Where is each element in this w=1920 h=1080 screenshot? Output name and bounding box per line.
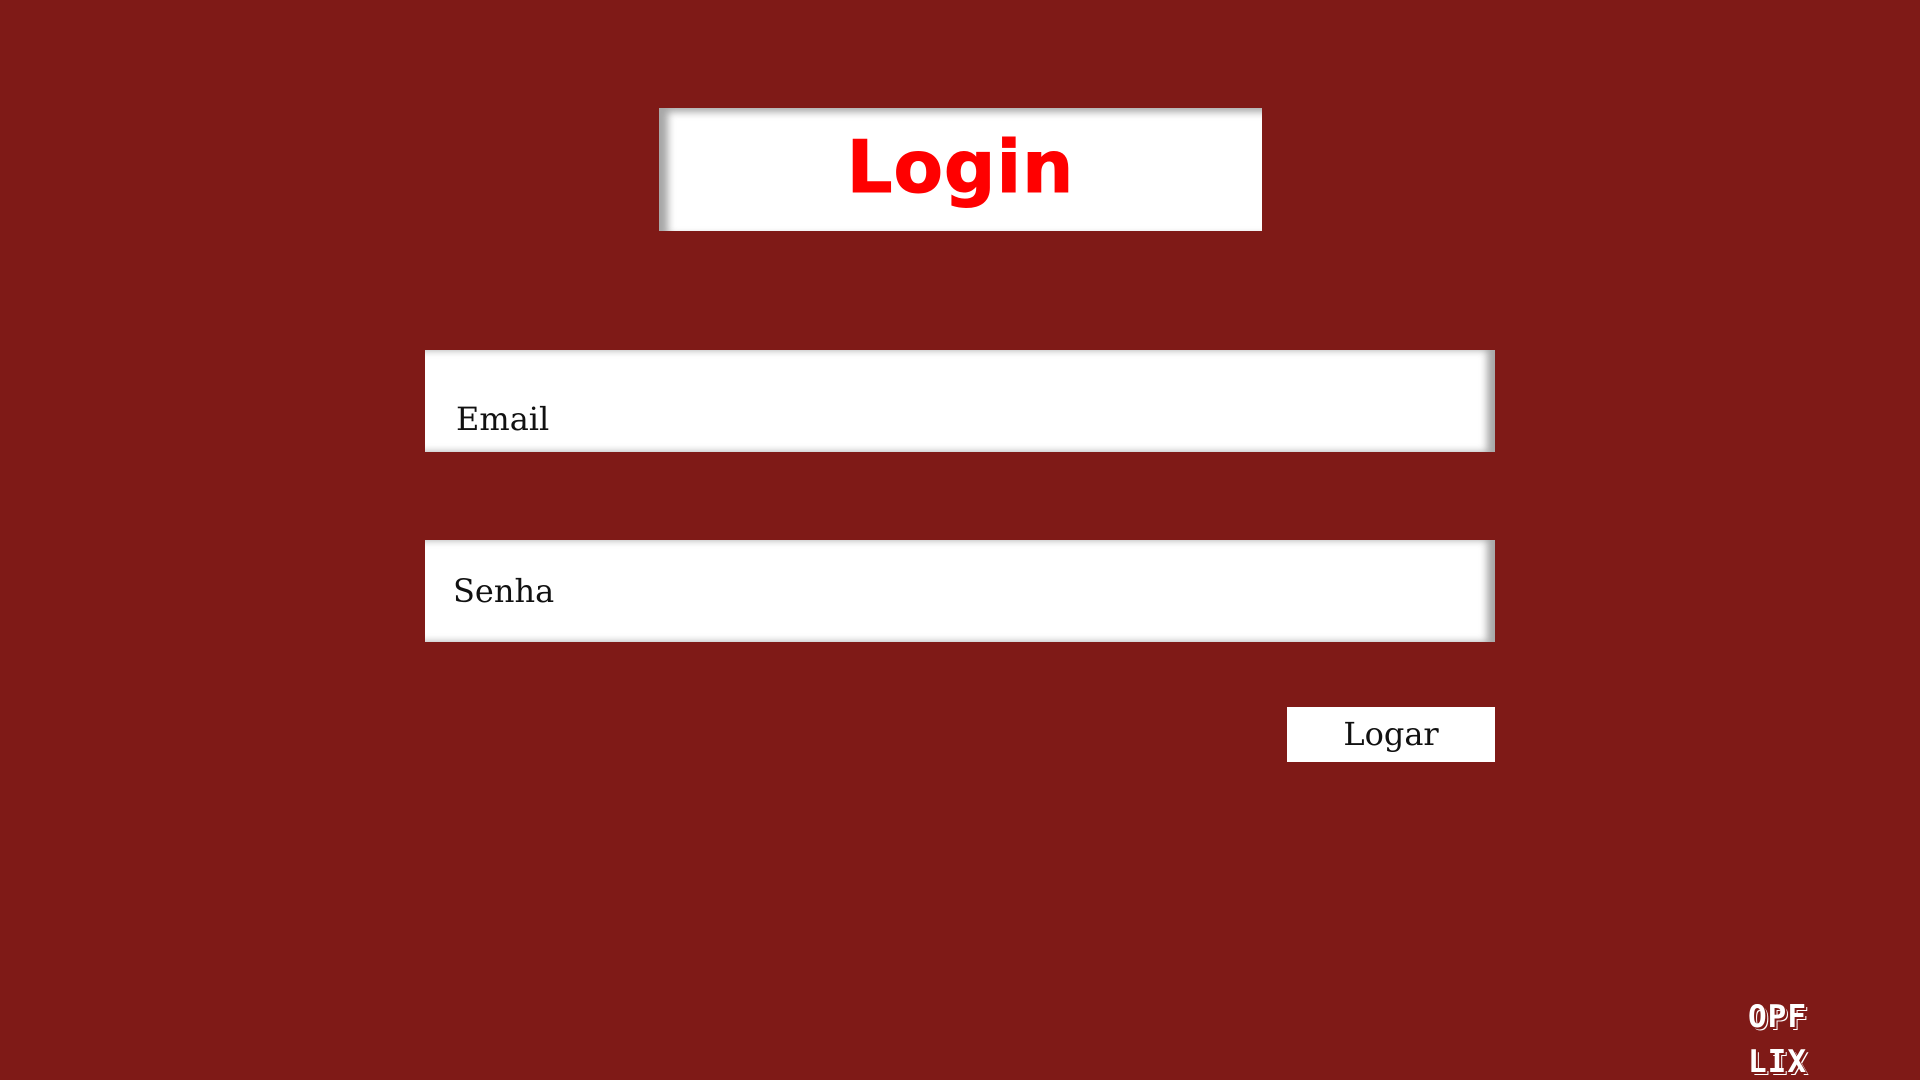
login-button[interactable]: Logar <box>1287 707 1495 762</box>
brand-logo-line-1: OPF <box>1748 999 1807 1035</box>
email-field-container <box>425 350 1495 452</box>
page-title: Login <box>846 124 1075 209</box>
brand-logo-line-2: LIX <box>1748 1044 1807 1080</box>
login-title-card: Login <box>659 108 1262 231</box>
email-input[interactable] <box>425 350 1495 452</box>
password-input[interactable] <box>425 540 1495 642</box>
brand-logo: OPF LIX <box>1748 995 1828 1080</box>
password-field-container <box>425 540 1495 642</box>
